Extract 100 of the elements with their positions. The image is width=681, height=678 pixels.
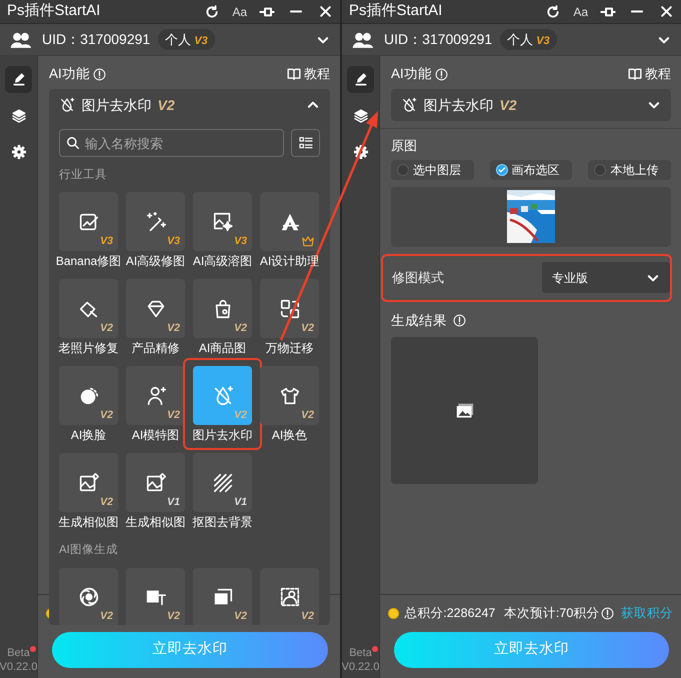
close-icon [318, 5, 332, 18]
version-label: V2 [234, 320, 247, 336]
points-estimate: 本次预计:70积分 [504, 604, 600, 622]
plan-badge: 个人 V3 [500, 28, 557, 50]
book-icon [287, 67, 301, 82]
font-button[interactable]: Aa [573, 2, 588, 20]
tool-label: AI高级修图 [126, 253, 186, 270]
version-label: V2 [167, 320, 180, 336]
feature-dropdown[interactable]: 图片去水印 V2 [391, 89, 671, 122]
check-icon [498, 166, 506, 174]
mode-select[interactable]: 专业版 [542, 262, 670, 294]
tool-tile[interactable]: V2 [59, 366, 118, 426]
tool-tile[interactable]: V2 [59, 568, 118, 625]
tool-tile[interactable]: V2 [193, 279, 252, 338]
tool-tile[interactable]: V1 [193, 453, 252, 512]
info-icon[interactable] [93, 68, 106, 81]
tool-tile[interactable]: V2 [260, 366, 319, 426]
get-points-link[interactable]: 获取积分 [621, 604, 673, 622]
version-label: V2 [301, 320, 314, 336]
hatch-icon [212, 472, 234, 494]
version-label: V2 [100, 494, 113, 510]
window-title: Ps插件StartAI [7, 1, 100, 22]
version-label: V2 [100, 408, 113, 422]
close-icon [660, 5, 672, 18]
tutorial-link[interactable]: 教程 [628, 64, 671, 84]
pin-icon [259, 4, 275, 18]
image-sparkle-icon [212, 210, 234, 233]
search-icon [66, 136, 80, 150]
tool-label: AI高级溶图 [192, 253, 252, 270]
layers-icon [352, 108, 368, 124]
version-label: V3 [100, 234, 113, 248]
group-title: AI图像生成 [59, 542, 119, 558]
users-icon [352, 30, 374, 48]
tool-tile[interactable]: V2 [126, 366, 185, 426]
remove-watermark-button[interactable]: 立即去水印 [394, 632, 669, 668]
sidebar-tab[interactable] [5, 66, 32, 93]
info-icon[interactable] [601, 606, 614, 620]
setting-label: 修图模式 [392, 269, 444, 287]
tool-label: Banana修图 [56, 253, 122, 270]
tool-label: AI换脸 [70, 427, 106, 444]
tool-tile[interactable]: V3 [193, 192, 252, 252]
image-diamond-icon [144, 472, 166, 494]
version-label: V2 [167, 608, 180, 624]
section-label: 生成结果 [391, 312, 447, 330]
tutorial-link[interactable]: 教程 [287, 64, 330, 84]
radio-option[interactable]: 画布选区 [490, 160, 572, 180]
search-field[interactable]: 输入名称搜索 [59, 129, 284, 157]
version-label: V3 [167, 234, 180, 248]
version-label: V2 [234, 608, 247, 624]
tool-tile[interactable]: V2 [126, 568, 185, 625]
version-label: V3 [234, 234, 247, 248]
remove-watermark-button[interactable]: 立即去水印 [52, 632, 328, 668]
tool-tile[interactable] [260, 192, 319, 252]
swirl-icon [78, 586, 100, 608]
window-title: Ps插件StartAI [349, 1, 442, 22]
tool-label: AI商品图 [198, 340, 246, 358]
font-button[interactable]: Aa [232, 2, 247, 20]
tool-label: 生成相似图 [126, 514, 186, 532]
tool-label: 图片去水印 [192, 427, 252, 444]
version-label: V2 [100, 608, 113, 624]
tool-label: 生成相似图 [58, 514, 118, 532]
refresh-icon [546, 4, 560, 18]
group-title: 行业工具 [59, 168, 108, 183]
feature-dropdown[interactable]: 图片去水印 V2 [49, 89, 330, 122]
section-title: AI功能 [391, 65, 432, 83]
tool-tile[interactable]: V2 [59, 279, 118, 338]
section-title: AI功能 [49, 65, 90, 83]
info-icon[interactable] [453, 314, 466, 328]
version-label: V1 [167, 494, 180, 510]
tool-tile[interactable]: V3 [126, 192, 185, 252]
tool-label: AI换色 [272, 427, 308, 444]
version-label: V2 [301, 608, 314, 624]
pen-icon [352, 72, 368, 88]
user-id: UID：317009291 [384, 30, 492, 49]
tool-tile[interactable]: V2 [59, 453, 118, 512]
tool-tile[interactable]: V2 [126, 279, 185, 338]
tool-tile[interactable]: V3 [59, 192, 118, 252]
sidebar-tab[interactable] [347, 66, 374, 93]
magic-wand-icon [144, 210, 166, 233]
list-view-button[interactable] [291, 129, 320, 157]
version-label: V2 [167, 408, 180, 422]
tool-label: 抠图去背景 [192, 514, 252, 532]
radio-option[interactable]: 本地上传 [588, 160, 672, 180]
tool-tile[interactable]: V2 [260, 279, 319, 338]
no-drop-icon [59, 97, 75, 114]
info-icon[interactable] [435, 68, 448, 81]
user-id: UID：317009291 [42, 30, 150, 49]
minimize-icon [289, 10, 303, 13]
minimize-icon [630, 10, 644, 13]
book-icon [628, 67, 642, 82]
image-icon [454, 402, 474, 420]
tool-tile[interactable]: V2 [260, 568, 319, 625]
tool-tile[interactable]: V2 [193, 568, 252, 625]
radio-option[interactable]: 选中图层 [391, 160, 474, 180]
tool-label: 万物迁移 [266, 340, 314, 358]
refresh-icon [205, 4, 220, 18]
gear-icon [352, 144, 368, 160]
plan-badge: 个人 V3 [158, 28, 215, 50]
tool-tile[interactable]: V1 [126, 453, 185, 512]
beta-label: Beta [349, 646, 372, 660]
